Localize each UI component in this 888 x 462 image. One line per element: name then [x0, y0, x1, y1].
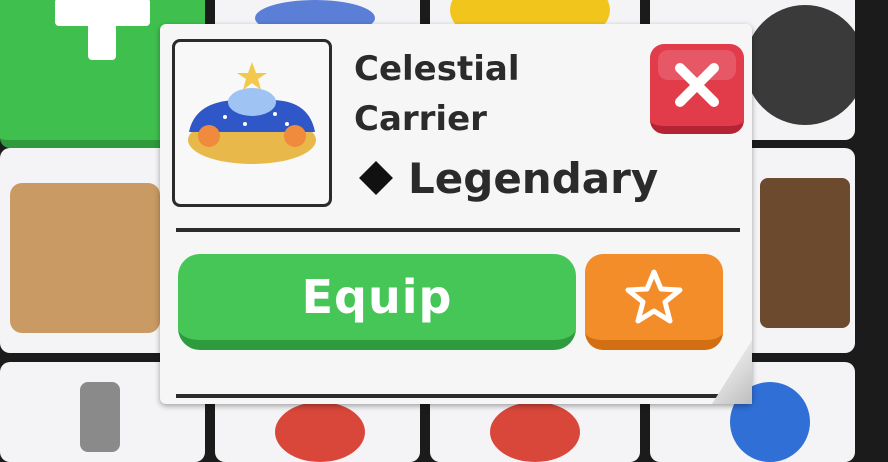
star-icon: [625, 269, 683, 324]
item-thumbnail: [172, 39, 332, 207]
cart-icon: [760, 178, 850, 328]
wheel-icon: [745, 5, 855, 125]
item-popup: Celestial Carrier Legendary Equip: [160, 24, 752, 404]
inventory-tile-cart[interactable]: [740, 148, 855, 353]
close-button[interactable]: [650, 44, 744, 134]
box-icon: [10, 183, 160, 333]
favorite-button[interactable]: [585, 254, 723, 350]
valve-icon: [80, 382, 120, 452]
vehicle-icon: [188, 62, 316, 164]
inventory-tile-cardboard-box[interactable]: [0, 148, 170, 353]
ring-icon: [490, 402, 580, 462]
equip-label: Equip: [301, 270, 453, 324]
item-name-line1: Celestial: [354, 49, 520, 89]
diamond-icon: [359, 161, 393, 195]
item-name: Celestial Carrier: [354, 44, 634, 144]
item-name-line2: Carrier: [354, 99, 487, 139]
ring-icon: [275, 402, 365, 462]
rarity-row: Legendary: [354, 150, 658, 206]
divider-bottom: [176, 394, 740, 398]
close-icon: [675, 63, 719, 107]
divider-top: [176, 228, 740, 232]
rarity-label: Legendary: [408, 153, 659, 203]
equip-button[interactable]: Equip: [178, 254, 576, 350]
